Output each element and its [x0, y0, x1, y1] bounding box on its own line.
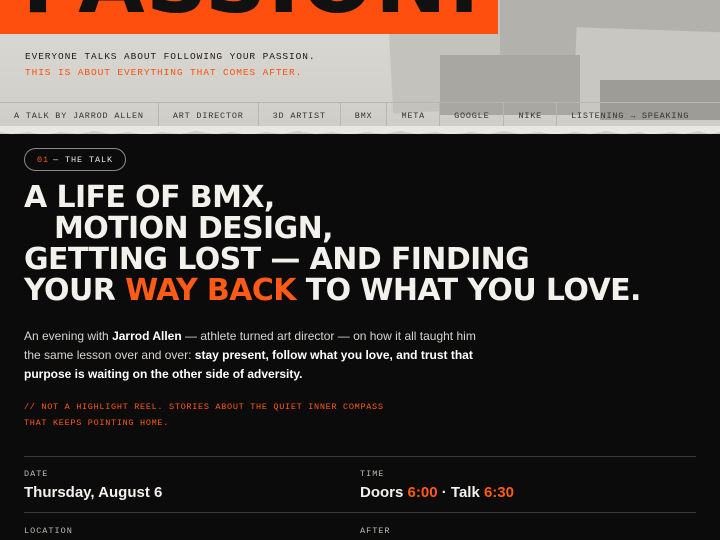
- section-number: 01: [37, 154, 50, 165]
- time-value: Doors 6:00 · Talk 6:30: [360, 484, 514, 501]
- talk-text: Talk: [450, 484, 480, 501]
- credits-bar: A TALK BY JARROD ALLEN ART DIRECTOR 3D A…: [0, 102, 720, 130]
- hero-title: PASSION.: [22, 0, 481, 26]
- talk-time: 6:30: [483, 484, 514, 501]
- headline-line-4: YOUR WAY BACK TO WHAT YOU LOVE.: [24, 275, 641, 306]
- pull-quote: // NOT A HIGHLIGHT REEL. STORIES ABOUT T…: [24, 399, 384, 431]
- date-label: DATE: [24, 469, 49, 479]
- time-label: TIME: [360, 469, 385, 479]
- headline-text: TO WHAT YOU LOVE.: [305, 273, 642, 308]
- hero-tagline: EVERYONE TALKS ABOUT FOLLOWING YOUR PASS…: [25, 51, 316, 62]
- section-label: 01 — THE TALK: [24, 148, 127, 171]
- doors-text: Doors: [360, 484, 404, 501]
- speaker-name: Jarrod Allen: [112, 329, 182, 343]
- time-separator: ·: [441, 484, 447, 501]
- headline-line-2: MOTION DESIGN,: [54, 211, 334, 246]
- after-label: AFTER: [360, 526, 391, 536]
- doors-time: 6:00: [407, 484, 438, 501]
- headline-line-1: A LIFE OF BMX,: [24, 180, 275, 215]
- description-intro: An evening with: [24, 329, 109, 343]
- quote-line: THAT KEEPS POINTING HOME.: [24, 418, 170, 428]
- headline-text: YOUR: [24, 273, 116, 308]
- divider: [24, 512, 696, 513]
- date-value: Thursday, August 6: [24, 484, 163, 501]
- quote-line: // NOT A HIGHLIGHT REEL. STORIES ABOUT T…: [24, 402, 384, 412]
- headline-line-3: GETTING LOST — AND FINDING: [24, 242, 530, 277]
- section-title: — THE TALK: [53, 154, 114, 165]
- hero-subtagline: THIS IS ABOUT EVERYTHING THAT COMES AFTE…: [25, 67, 303, 78]
- headline-highlight: WAY BACK: [125, 273, 296, 308]
- talk-description: An evening with Jarrod Allen — athlete t…: [24, 327, 484, 384]
- hero-title-banner: PASSION.: [0, 0, 498, 34]
- hero-collage: PASSION. EVERYONE TALKS ABOUT FOLLOWING …: [0, 0, 720, 134]
- location-label: LOCATION: [24, 526, 73, 536]
- divider: [24, 456, 696, 457]
